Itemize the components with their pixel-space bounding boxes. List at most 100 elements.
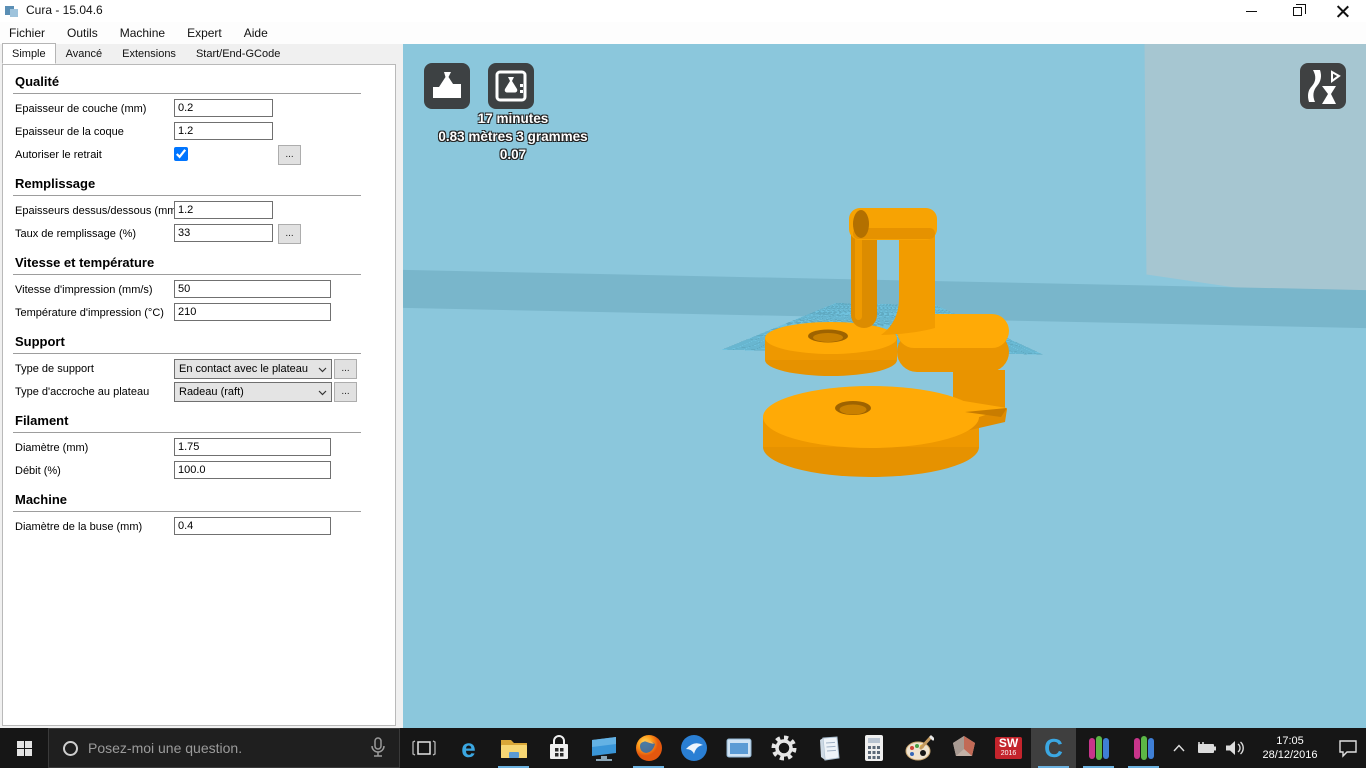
action-center-button[interactable] bbox=[1330, 728, 1366, 768]
cortana-icon bbox=[63, 741, 78, 756]
menu-fichier[interactable]: Fichier bbox=[0, 22, 56, 44]
tray-battery[interactable] bbox=[1192, 728, 1220, 768]
field-label: Température d'impression (°C) bbox=[15, 307, 164, 319]
taskbar-edge[interactable]: e bbox=[446, 728, 491, 768]
field-label: Type de support bbox=[15, 363, 94, 375]
support-type-dropdown[interactable]: En contact avec le plateau bbox=[174, 359, 332, 379]
windows-logo-icon bbox=[17, 741, 32, 756]
menu-outils[interactable]: Outils bbox=[56, 22, 109, 44]
taskbar-monitor-app[interactable] bbox=[581, 728, 626, 768]
filament-diameter-input[interactable] bbox=[174, 438, 331, 456]
section-machine: Machine Diamètre de la buse (mm) bbox=[13, 483, 395, 539]
section-title: Filament bbox=[13, 404, 361, 433]
minimize-button[interactable] bbox=[1228, 0, 1274, 22]
field-label: Epaisseur de la coque bbox=[15, 126, 124, 138]
solidworks-icon: SW 2016 bbox=[995, 737, 1022, 759]
system-tray: 17:05 28/12/2016 bbox=[1166, 728, 1366, 768]
taskbar-cura-active[interactable]: C bbox=[1031, 728, 1076, 768]
taskbar-color-bars-app-2[interactable] bbox=[1121, 728, 1166, 768]
tab-simple[interactable]: Simple bbox=[2, 43, 56, 64]
3d-viewport[interactable]: 17 minutes 0.83 mètres 3 grammes 0.07 bbox=[403, 44, 1366, 728]
clock-time: 17:05 bbox=[1262, 734, 1317, 748]
paint-palette-icon bbox=[904, 734, 934, 762]
top-bottom-thickness-input[interactable] bbox=[174, 201, 273, 219]
shell-thickness-input[interactable] bbox=[174, 122, 273, 140]
thunderbird-icon bbox=[679, 733, 709, 763]
field-label: Taux de remplissage (%) bbox=[15, 228, 136, 240]
tray-overflow-button[interactable] bbox=[1166, 728, 1192, 768]
section-support: Support Type de support En contact avec … bbox=[13, 325, 395, 404]
taskbar-thunderbird[interactable] bbox=[671, 728, 716, 768]
task-view-button[interactable] bbox=[402, 728, 446, 768]
search-placeholder: Posez-moi une question. bbox=[88, 740, 367, 756]
edge-icon: e bbox=[461, 735, 475, 761]
menu-machine[interactable]: Machine bbox=[109, 22, 176, 44]
tab-extensions[interactable]: Extensions bbox=[112, 44, 186, 64]
field-label: Débit (%) bbox=[15, 465, 61, 477]
action-center-icon bbox=[1338, 738, 1358, 758]
field-label: Diamètre (mm) bbox=[15, 442, 88, 454]
close-button[interactable] bbox=[1320, 0, 1366, 22]
section-title: Remplissage bbox=[13, 167, 361, 196]
chevron-down-icon bbox=[318, 367, 327, 373]
cura-window: Cura - 15.04.6 Fichier Outils Machine Ex… bbox=[0, 0, 1366, 768]
tab-strip: Simple Avancé Extensions Start/End-GCode bbox=[0, 44, 397, 64]
calculator-icon bbox=[861, 733, 887, 763]
minimize-icon bbox=[1246, 11, 1257, 12]
print-material: 0.83 mètres 3 grammes bbox=[413, 128, 613, 146]
settings-panel: Qualité Epaisseur de couche (mm) Epaisse… bbox=[2, 64, 396, 726]
filament-flow-input[interactable] bbox=[174, 461, 331, 479]
retraction-checkbox[interactable] bbox=[174, 147, 188, 161]
start-button[interactable] bbox=[0, 728, 48, 768]
taskbar-firefox[interactable] bbox=[626, 728, 671, 768]
print-temperature-input[interactable] bbox=[174, 303, 331, 321]
layers-view-icon bbox=[493, 68, 529, 104]
taskbar-store[interactable] bbox=[536, 728, 581, 768]
layer-height-input[interactable] bbox=[174, 99, 273, 117]
platform-adhesion-dropdown[interactable]: Radeau (raft) bbox=[174, 382, 332, 402]
window-app-icon bbox=[725, 737, 753, 759]
taskbar-paint[interactable] bbox=[896, 728, 941, 768]
tray-clock[interactable]: 17:05 28/12/2016 bbox=[1250, 728, 1330, 768]
menu-bar: Fichier Outils Machine Expert Aide bbox=[0, 22, 1366, 44]
fill-density-more-button[interactable]: ... bbox=[278, 224, 301, 244]
print-layers-button[interactable] bbox=[488, 63, 534, 109]
taskbar-notepad[interactable] bbox=[806, 728, 851, 768]
taskbar-color-bars-app-1[interactable] bbox=[1076, 728, 1121, 768]
retraction-more-button[interactable]: ... bbox=[278, 145, 301, 165]
window-title: Cura - 15.04.6 bbox=[26, 3, 103, 17]
tab-avance[interactable]: Avancé bbox=[56, 44, 113, 64]
field-label: Autoriser le retrait bbox=[15, 149, 102, 161]
section-remplissage: Remplissage Epaisseurs dessus/dessous (m… bbox=[13, 167, 395, 246]
menu-expert[interactable]: Expert bbox=[176, 22, 233, 44]
polyhedron-icon bbox=[950, 734, 978, 762]
taskbar-solidworks[interactable]: SW 2016 bbox=[986, 728, 1031, 768]
view-mode-button[interactable] bbox=[1300, 63, 1346, 109]
taskbar-calculator[interactable] bbox=[851, 728, 896, 768]
color-bars-icon bbox=[1131, 734, 1157, 762]
restore-button[interactable] bbox=[1274, 0, 1320, 22]
cura-app-icon bbox=[5, 4, 19, 18]
load-save-toolpath-button[interactable] bbox=[424, 63, 470, 109]
taskbar-window-app[interactable] bbox=[716, 728, 761, 768]
menu-aide[interactable]: Aide bbox=[233, 22, 279, 44]
microphone-icon[interactable] bbox=[367, 736, 389, 760]
platform-adhesion-more-button[interactable]: ... bbox=[334, 382, 357, 402]
support-type-more-button[interactable]: ... bbox=[334, 359, 357, 379]
monitor-icon bbox=[589, 734, 619, 762]
taskbar-3d-model-app[interactable] bbox=[941, 728, 986, 768]
tray-volume[interactable] bbox=[1220, 728, 1250, 768]
tab-start-end-gcode[interactable]: Start/End-GCode bbox=[186, 44, 290, 64]
notepad-icon bbox=[815, 734, 843, 762]
taskbar-settings[interactable] bbox=[761, 728, 806, 768]
file-explorer-icon bbox=[499, 735, 529, 761]
cortana-search-input[interactable]: Posez-moi une question. bbox=[48, 728, 400, 768]
battery-charging-icon bbox=[1195, 741, 1217, 755]
3d-model[interactable] bbox=[753, 202, 1013, 482]
print-speed-input[interactable] bbox=[174, 280, 331, 298]
nozzle-size-input[interactable] bbox=[174, 517, 331, 535]
save-toolpath-icon bbox=[430, 69, 464, 103]
fill-density-input[interactable] bbox=[174, 224, 273, 242]
support-type-value: En contact avec le plateau bbox=[179, 363, 308, 375]
taskbar-file-explorer[interactable] bbox=[491, 728, 536, 768]
